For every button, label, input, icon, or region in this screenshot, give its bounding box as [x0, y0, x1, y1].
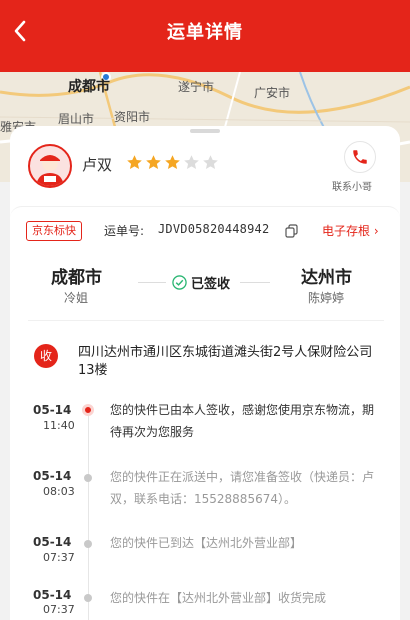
timeline-date: 05-14	[33, 588, 72, 602]
origin-city: 成都市	[51, 268, 102, 288]
timeline-date: 05-14	[33, 469, 72, 483]
map-city-label: 遂宁市	[178, 80, 215, 94]
star-filled-icon	[165, 155, 180, 169]
timeline-dot	[84, 540, 92, 548]
map-city-label: 成都市	[68, 79, 110, 95]
star-filled-icon	[146, 155, 161, 169]
map-city-label: 眉山市	[58, 112, 95, 126]
waybill-label: 运单号:	[104, 224, 145, 238]
page-title: 运单详情	[167, 22, 243, 43]
courier-avatar	[28, 144, 72, 188]
star-empty-icon	[184, 155, 199, 169]
route-line-right	[240, 282, 270, 283]
chevron-right-icon: ›	[373, 224, 379, 238]
timeline-dot	[84, 594, 92, 602]
section-divider	[28, 320, 384, 321]
timeline-event: 您的快件已到达【达州北外营业部】	[110, 536, 303, 550]
delivery-status: 已签收	[172, 273, 230, 292]
waybill-number: JDVD05820448942	[158, 222, 270, 236]
timeline-event: 您的快件已由本人签收，感谢您使用京东物流，期待再次为您服务	[110, 403, 375, 439]
timeline-dot-active	[82, 404, 94, 416]
timeline-time: 07:37	[43, 551, 75, 564]
map-city-label: 广安市	[254, 86, 291, 100]
copy-icon[interactable]	[285, 224, 298, 238]
timeline-event: 您的快件正在派送中，请您准备签收（快递员：卢双，联系电话：15528885674…	[110, 470, 375, 506]
phone-icon	[353, 150, 367, 164]
drag-handle[interactable]	[190, 129, 220, 133]
map-city-label: 资阳市	[114, 110, 151, 124]
timeline-track	[88, 410, 89, 620]
courier-row: 卢双 联系小哥	[10, 138, 400, 200]
sender-name: 冷姐	[64, 291, 89, 305]
route-line-left	[138, 282, 166, 283]
timeline-time: 11:40	[43, 419, 75, 432]
check-circle-icon	[172, 275, 187, 290]
recipient-name: 陈婷婷	[308, 291, 345, 305]
call-courier-label[interactable]: 联系小哥	[332, 178, 372, 193]
call-courier-button[interactable]	[344, 141, 376, 173]
timeline-dot	[84, 474, 92, 482]
e-receipt-label: 电子存根	[322, 224, 371, 238]
courier-rating	[126, 154, 219, 171]
destination-city: 达州市	[301, 268, 352, 288]
service-badge: 京东标快	[26, 221, 82, 241]
star-filled-icon	[127, 155, 142, 169]
delivery-address: 四川达州市通川区东城街道滩头街2号人保财险公司13楼	[78, 345, 373, 378]
timeline-date: 05-14	[33, 403, 72, 417]
timeline-time: 08:03	[43, 485, 75, 498]
timeline-date: 05-14	[33, 535, 72, 549]
star-empty-icon	[203, 155, 218, 169]
timeline-time: 07:37	[43, 603, 75, 616]
delivery-status-label: 已签收	[191, 277, 231, 292]
receive-address-icon: 收	[34, 344, 58, 368]
timeline-event: 您的快件在【达州北外营业部】收货完成	[110, 591, 327, 605]
e-receipt-link[interactable]: 电子存根 ›	[322, 222, 379, 239]
courier-name: 卢双	[82, 156, 113, 174]
app-header: 运单详情	[0, 0, 410, 72]
courier-icon	[36, 155, 64, 186]
